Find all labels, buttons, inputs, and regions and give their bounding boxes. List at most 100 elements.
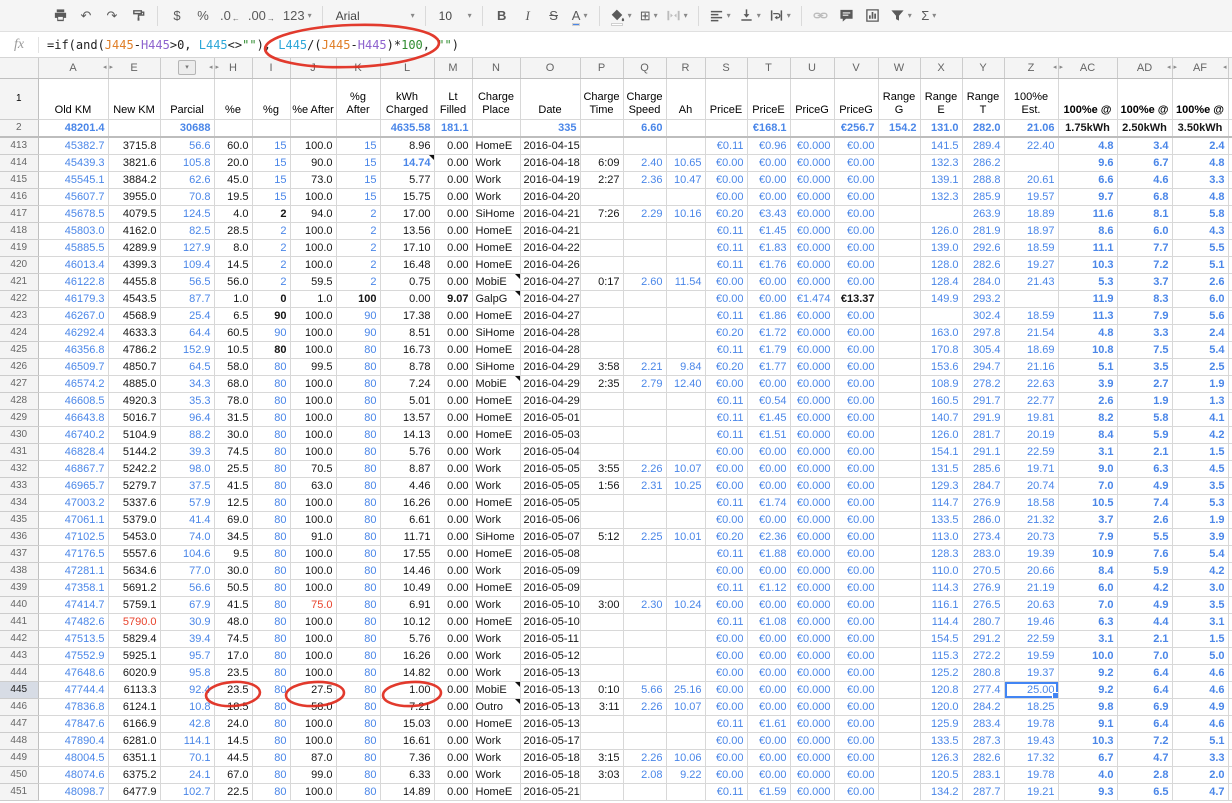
- summary-cell[interactable]: [1228, 119, 1232, 137]
- row-number[interactable]: 446: [0, 698, 38, 715]
- cell[interactable]: €0.00: [747, 375, 790, 392]
- cell[interactable]: 7.2: [1117, 732, 1172, 749]
- cell[interactable]: 2:35: [580, 375, 623, 392]
- cell[interactable]: 80: [336, 341, 380, 358]
- cell[interactable]: 15: [252, 171, 290, 188]
- cell[interactable]: [878, 647, 920, 664]
- cell[interactable]: 47847.6: [38, 715, 108, 732]
- cell[interactable]: €0.00: [747, 477, 790, 494]
- cell[interactable]: 18.25: [1004, 698, 1058, 715]
- cell[interactable]: 34.3: [160, 375, 214, 392]
- cell[interactable]: 41.5: [214, 596, 252, 613]
- cell[interactable]: 5.1: [1172, 732, 1228, 749]
- cell[interactable]: €0.00: [705, 511, 747, 528]
- cell[interactable]: 0.00: [434, 562, 472, 579]
- column-header-S[interactable]: S: [705, 58, 747, 78]
- row-number[interactable]: 443: [0, 647, 38, 664]
- cell[interactable]: 41.4: [160, 511, 214, 528]
- cell[interactable]: [666, 409, 705, 426]
- cell[interactable]: 276.5: [962, 596, 1004, 613]
- cell[interactable]: [666, 222, 705, 239]
- row-number[interactable]: 432: [0, 460, 38, 477]
- cell[interactable]: 10.8: [160, 698, 214, 715]
- cell[interactable]: 100.0: [290, 341, 336, 358]
- cell[interactable]: 80: [252, 426, 290, 443]
- cell[interactable]: 11.54: [666, 273, 705, 290]
- cell[interactable]: 6:09: [580, 154, 623, 171]
- cell[interactable]: 47836.8: [38, 698, 108, 715]
- cell[interactable]: 100.0: [290, 579, 336, 596]
- cell[interactable]: 10.0: [1058, 647, 1117, 664]
- cell[interactable]: €0.00: [834, 681, 878, 698]
- cell[interactable]: 4.7: [1117, 749, 1172, 766]
- cell[interactable]: 2.08: [623, 766, 666, 783]
- summary-cell[interactable]: 154.2: [878, 119, 920, 137]
- row-number[interactable]: 1: [0, 78, 38, 119]
- cell[interactable]: [666, 137, 705, 155]
- cell[interactable]: 292.6: [962, 239, 1004, 256]
- column-header-M[interactable]: M: [434, 58, 472, 78]
- cell[interactable]: 0.00: [434, 596, 472, 613]
- cell[interactable]: 0.00: [434, 171, 472, 188]
- cell[interactable]: 24.0: [214, 715, 252, 732]
- cell[interactable]: [623, 511, 666, 528]
- header-cell[interactable]: PriceE: [747, 78, 790, 119]
- cell[interactable]: 100.0: [290, 392, 336, 409]
- cell[interactable]: 2.4: [1172, 324, 1228, 341]
- cell[interactable]: 80: [252, 375, 290, 392]
- cell[interactable]: [878, 290, 920, 307]
- cell[interactable]: 80: [252, 494, 290, 511]
- cell[interactable]: 2.26: [623, 698, 666, 715]
- increase-decimal-button[interactable]: .00→: [245, 4, 278, 28]
- cell[interactable]: 6281.0: [108, 732, 160, 749]
- cell[interactable]: €0.000: [790, 715, 834, 732]
- cell[interactable]: €0.00: [834, 307, 878, 324]
- cell[interactable]: 3.1: [1172, 613, 1228, 630]
- cell[interactable]: 5337.6: [108, 494, 160, 511]
- cell[interactable]: 60.5: [214, 324, 252, 341]
- cell[interactable]: 0.00: [434, 205, 472, 222]
- cell[interactable]: [666, 647, 705, 664]
- cell[interactable]: 22.59: [1004, 443, 1058, 460]
- cell[interactable]: 9.7: [1058, 188, 1117, 205]
- cell[interactable]: 3.5: [1117, 358, 1172, 375]
- cell[interactable]: 1.9: [1172, 511, 1228, 528]
- cell[interactable]: 9.3: [1058, 783, 1117, 800]
- cell[interactable]: HomeE: [472, 256, 520, 273]
- cell[interactable]: 294.7: [962, 358, 1004, 375]
- row-number[interactable]: 429: [0, 409, 38, 426]
- cell[interactable]: 291.1: [962, 443, 1004, 460]
- cell[interactable]: 80: [336, 375, 380, 392]
- cell[interactable]: €0.00: [834, 579, 878, 596]
- cell[interactable]: 27.5: [290, 681, 336, 698]
- cell[interactable]: [623, 613, 666, 630]
- cell[interactable]: 80: [336, 426, 380, 443]
- cell[interactable]: [666, 341, 705, 358]
- cell[interactable]: 7.0: [1058, 477, 1117, 494]
- cell[interactable]: €0.000: [790, 596, 834, 613]
- cell[interactable]: 2016-05-09: [520, 562, 580, 579]
- cell[interactable]: €0.00: [747, 647, 790, 664]
- cell[interactable]: [666, 783, 705, 800]
- cell[interactable]: 18.5: [214, 698, 252, 715]
- cell[interactable]: 15: [336, 154, 380, 171]
- cell[interactable]: 80: [252, 783, 290, 800]
- cell[interactable]: 114.1: [160, 732, 214, 749]
- cell[interactable]: 0.00: [434, 375, 472, 392]
- cell[interactable]: €0.96: [747, 137, 790, 155]
- cell[interactable]: 100.0: [290, 732, 336, 749]
- cell[interactable]: 285.9: [962, 188, 1004, 205]
- cell[interactable]: 25.4: [160, 307, 214, 324]
- cell[interactable]: 0.00: [434, 766, 472, 783]
- header-cell[interactable]: 100%e @: [1172, 78, 1228, 119]
- cell[interactable]: HomeE: [472, 426, 520, 443]
- cell[interactable]: 80: [336, 715, 380, 732]
- cell[interactable]: 0.00: [434, 256, 472, 273]
- cell[interactable]: 297.8: [962, 324, 1004, 341]
- cell[interactable]: 115.3: [920, 647, 962, 664]
- cell[interactable]: €0.11: [705, 239, 747, 256]
- cell[interactable]: 10.07: [666, 698, 705, 715]
- cell[interactable]: 15: [252, 188, 290, 205]
- cell[interactable]: HomeE: [472, 579, 520, 596]
- cell[interactable]: 45545.1: [38, 171, 108, 188]
